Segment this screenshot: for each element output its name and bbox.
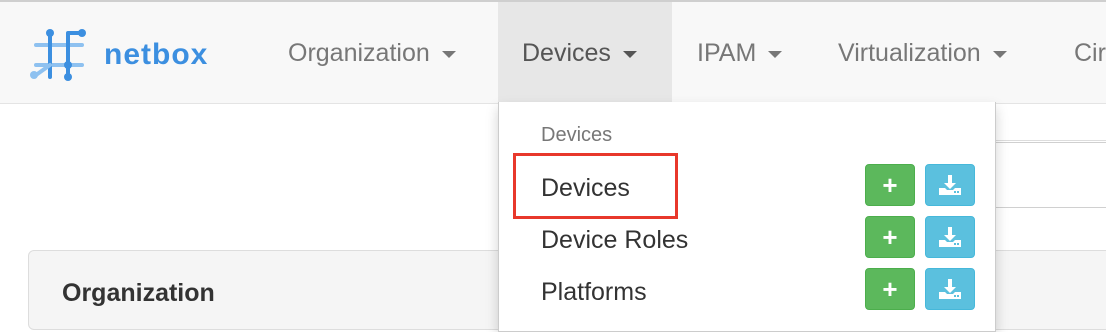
nav-organization[interactable]: Organization [266,2,498,104]
chevron-down-icon [622,50,637,58]
import-platforms-button[interactable] [925,268,975,310]
menu-item-platforms-label: Platforms [541,278,647,306]
import-device-roles-button[interactable] [925,216,975,258]
nav-ipam-label: IPAM [697,38,757,67]
chevron-down-icon [441,50,456,58]
search-field-background[interactable] [995,142,1106,208]
import-icon [939,227,961,247]
divider [995,140,1106,141]
brand-name: netbox [104,38,209,71]
add-platform-button[interactable]: + [865,268,915,310]
menu-item-platforms[interactable]: Platforms + [499,268,995,320]
add-device-button[interactable]: + [865,164,915,206]
plus-icon: + [882,169,898,200]
panel-title: Organization [62,279,215,307]
dropdown-header: Devices [541,124,613,146]
nav-devices-label: Devices [522,38,611,67]
nav-devices[interactable]: Devices [498,2,672,104]
nav-virtualization[interactable]: Virtualization [814,2,1050,104]
nav-ipam[interactable]: IPAM [672,2,814,104]
nav-virtualization-label: Virtualization [838,38,981,67]
netbox-logo-icon [28,27,90,83]
plus-icon: + [882,273,898,304]
add-device-role-button[interactable]: + [865,216,915,258]
nav-circuits[interactable]: Cir [1050,2,1106,104]
menu-item-device-roles-label: Device Roles [541,226,689,254]
chevron-down-icon [768,50,783,58]
brand-link[interactable]: netbox [28,26,208,84]
navbar: netbox Organization Devices IPAM Virtual… [0,0,1106,104]
import-icon [939,175,961,195]
nav-circuits-label: Cir [1074,38,1106,67]
import-icon [939,279,961,299]
menu-item-device-roles[interactable]: Device Roles + [499,216,995,268]
highlight-box [513,153,678,219]
import-devices-button[interactable] [925,164,975,206]
plus-icon: + [882,221,898,252]
nav-organization-label: Organization [288,38,430,67]
chevron-down-icon [992,50,1007,58]
